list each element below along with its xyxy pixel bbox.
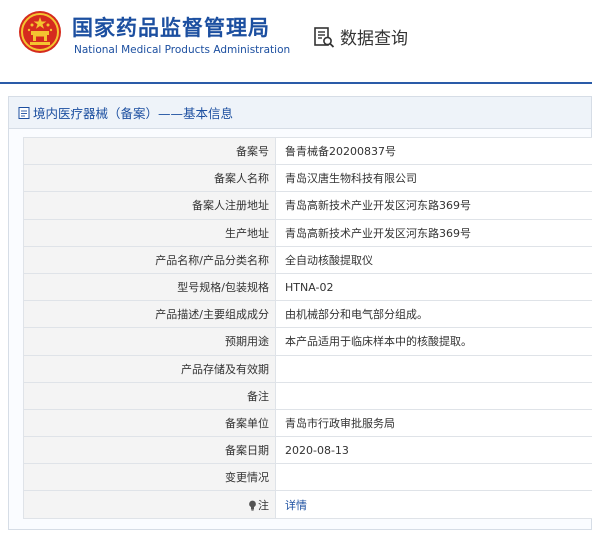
field-value: 本产品适用于临床样本中的核酸提取。 <box>275 327 592 356</box>
field-label: 产品名称/产品分类名称 <box>23 245 276 274</box>
field-label: 备案人名称 <box>23 164 276 193</box>
field-value: 鲁青械备20200837号 <box>275 136 592 166</box>
document-icon <box>18 106 30 119</box>
field-value <box>275 381 592 410</box>
field-label: 变更情况 <box>23 463 276 492</box>
table-row: 备案单位 青岛市行政审批服务局 <box>23 408 592 438</box>
basic-info-panel: 境内医疗器械（备案）——基本信息 备案号 鲁青械备20200837号 备案人名称… <box>8 96 592 530</box>
field-value: 青岛市行政审批服务局 <box>275 408 592 438</box>
table-row: 产品存储及有效期 <box>23 354 592 383</box>
document-search-icon <box>314 26 335 48</box>
panel-title: 境内医疗器械（备案）——基本信息 <box>33 106 234 121</box>
field-value <box>275 463 592 492</box>
field-label: 产品描述/主要组成成分 <box>23 300 276 329</box>
table-row: 备案号 鲁青械备20200837号 <box>23 136 592 166</box>
field-value: 青岛汉唐生物科技有限公司 <box>275 164 592 193</box>
header-divider <box>0 82 592 84</box>
table-row: 注 详情 <box>23 490 592 519</box>
field-label: 备注 <box>23 381 276 410</box>
national-emblem-icon <box>19 11 61 53</box>
site-header: 国家药品监督管理局 National Medical Products Admi… <box>0 0 592 82</box>
table-row: 产品描述/主要组成成分 由机械部分和电气部分组成。 <box>23 300 592 329</box>
table-row: 备案人注册地址 青岛高新技术产业开发区河东路369号 <box>23 191 592 220</box>
field-value: HTNA-02 <box>275 272 592 302</box>
info-table: 备案号 鲁青械备20200837号 备案人名称 青岛汉唐生物科技有限公司 备案人… <box>23 136 592 519</box>
data-query-label: 数据查询 <box>340 29 408 49</box>
panel-header: 境内医疗器械（备案）——基本信息 <box>9 97 591 129</box>
table-row: 预期用途 本产品适用于临床样本中的核酸提取。 <box>23 327 592 356</box>
field-value: 由机械部分和电气部分组成。 <box>275 300 592 329</box>
field-label: 备案日期 <box>23 436 276 465</box>
field-label: 生产地址 <box>23 218 276 247</box>
table-row: 备案日期 2020-08-13 <box>23 436 592 465</box>
table-row: 备案人名称 青岛汉唐生物科技有限公司 <box>23 164 592 193</box>
table-row: 变更情况 <box>23 463 592 492</box>
field-value: 2020-08-13 <box>275 436 592 465</box>
field-label: 预期用途 <box>23 327 276 356</box>
field-label: 备案号 <box>23 136 276 166</box>
field-value: 青岛高新技术产业开发区河东路369号 <box>275 218 592 247</box>
note-value-cell: 详情 <box>275 490 592 519</box>
table-row: 备注 <box>23 381 592 410</box>
field-label: 备案人注册地址 <box>23 191 276 220</box>
note-label-cell: 注 <box>23 490 276 519</box>
field-value <box>275 354 592 383</box>
site-title-english: National Medical Products Administration <box>74 44 291 56</box>
site-title: 国家药品监督管理局 <box>72 16 270 40</box>
field-label: 产品存储及有效期 <box>23 354 276 383</box>
field-value: 全自动核酸提取仪 <box>275 245 592 274</box>
table-row: 产品名称/产品分类名称 全自动核酸提取仪 <box>23 245 592 274</box>
lightbulb-icon <box>249 500 256 511</box>
note-label: 注 <box>258 498 269 512</box>
field-label: 备案单位 <box>23 408 276 438</box>
data-query-link[interactable]: 数据查询 <box>312 24 408 49</box>
field-label: 型号规格/包装规格 <box>23 272 276 302</box>
details-link[interactable]: 详情 <box>285 499 307 512</box>
field-value: 青岛高新技术产业开发区河东路369号 <box>275 191 592 220</box>
table-row: 型号规格/包装规格 HTNA-02 <box>23 272 592 302</box>
table-row: 生产地址 青岛高新技术产业开发区河东路369号 <box>23 218 592 247</box>
